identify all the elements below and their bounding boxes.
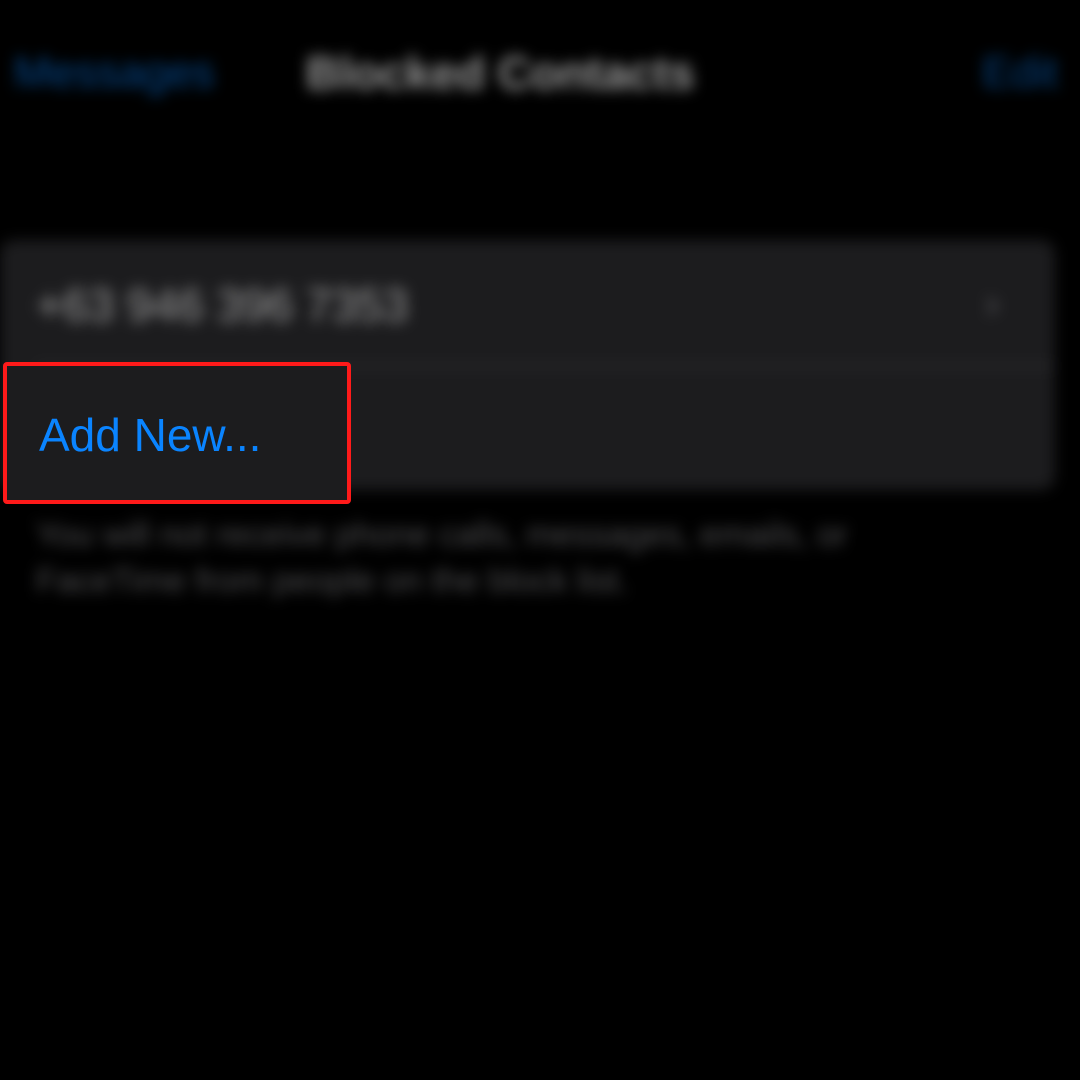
add-new-button[interactable]: Add New... (3, 362, 351, 504)
chevron-right-icon: › (985, 282, 999, 326)
page-title: Blocked Contacts (306, 47, 695, 99)
blurred-background: Messages Blocked Contacts Edit +63 946 3… (0, 0, 1080, 1080)
blocked-contact-row[interactable]: +63 946 396 7353 › (0, 240, 1055, 365)
blocked-contact-number: +63 946 396 7353 (36, 279, 409, 331)
edit-button[interactable]: Edit (982, 48, 1058, 98)
add-new-label: Add New... (39, 409, 262, 461)
block-list-footer-text: You will not receive phone calls, messag… (36, 516, 848, 600)
back-button[interactable]: Messages (14, 48, 215, 98)
blocked-contacts-screen: Messages Blocked Contacts Edit +63 946 3… (0, 0, 1080, 1080)
